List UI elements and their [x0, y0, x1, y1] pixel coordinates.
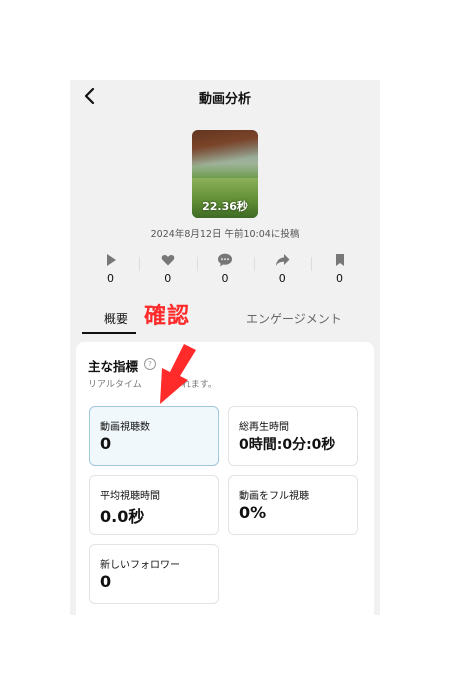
metric-value: 0 — [100, 572, 112, 591]
stat-value: 0 — [164, 272, 172, 285]
video-analytics-screen: 動画分析 22.36秒 2024年8月12日 午前10:04に投稿 0 0 0 … — [70, 80, 380, 615]
metric-new-followers[interactable]: 新しいフォロワー 0 — [89, 544, 219, 604]
annotation-label: 確認 — [144, 304, 191, 329]
stat-shares: 0 — [253, 253, 311, 293]
red-arrow-icon — [160, 344, 196, 404]
metric-video-views[interactable]: 動画視聴数 0 — [89, 406, 219, 466]
stat-value: 0 — [107, 272, 114, 285]
tab-active-indicator — [82, 332, 136, 334]
section-title: 主な指標 — [88, 359, 139, 374]
stat-value: 0 — [221, 272, 229, 285]
bookmark-icon — [335, 254, 344, 266]
divider — [139, 257, 141, 271]
header: 動画分析 — [70, 80, 380, 114]
tab-overview[interactable]: 概要 — [104, 310, 128, 327]
metric-average-watch-time[interactable]: 平均視聴時間 0.0秒 — [89, 475, 219, 535]
metric-value: 0.0秒 — [100, 507, 145, 526]
stat-saves: 0 — [311, 253, 368, 293]
metric-value: 0 — [100, 434, 112, 453]
stat-value: 0 — [278, 272, 286, 285]
divider — [311, 257, 312, 271]
play-icon — [106, 254, 116, 266]
heart-icon — [161, 254, 175, 266]
page-title: 動画分析 — [198, 92, 251, 107]
stats-row: 0 0 0 0 0 — [82, 253, 368, 293]
metric-label: 平均視聴時間 — [100, 491, 160, 502]
subtitle-text: リアルタイム — [88, 380, 142, 390]
metric-full-video-watched[interactable]: 動画をフル視聴 0% — [228, 475, 358, 535]
thumbnail-roof — [192, 130, 258, 166]
share-icon — [275, 254, 290, 266]
divider — [196, 257, 198, 271]
stat-value: 0 — [336, 272, 343, 285]
metric-label: 総再生時間 — [239, 422, 289, 433]
posted-date: 2024年8月12日 午前10:04に投稿 — [150, 229, 300, 240]
video-duration: 22.36秒 — [202, 200, 248, 213]
video-thumbnail[interactable]: 22.36秒 — [192, 130, 258, 218]
metric-label: 新しいフォロワー — [100, 560, 180, 571]
metric-value: 0時間:0分:0秒 — [239, 437, 336, 453]
metric-label: 動画をフル視聴 — [239, 491, 309, 502]
stat-comments: 0 — [196, 253, 254, 293]
divider — [253, 257, 255, 271]
metric-value: 0% — [239, 503, 267, 522]
stat-plays: 0 — [82, 253, 139, 293]
tab-bar: 概要 エンゲージメント — [70, 306, 380, 334]
stat-likes: 0 — [139, 253, 196, 293]
metric-label: 動画視聴数 — [100, 422, 150, 433]
key-metrics-card: 主な指標 ? リアルタイム れます。 動画視聴数 0 総再生時間 0時間:0分:0… — [76, 342, 374, 615]
comment-icon — [218, 253, 232, 267]
tab-engagement[interactable]: エンゲージメント — [246, 310, 342, 327]
metric-total-play-time[interactable]: 総再生時間 0時間:0分:0秒 — [228, 406, 358, 466]
